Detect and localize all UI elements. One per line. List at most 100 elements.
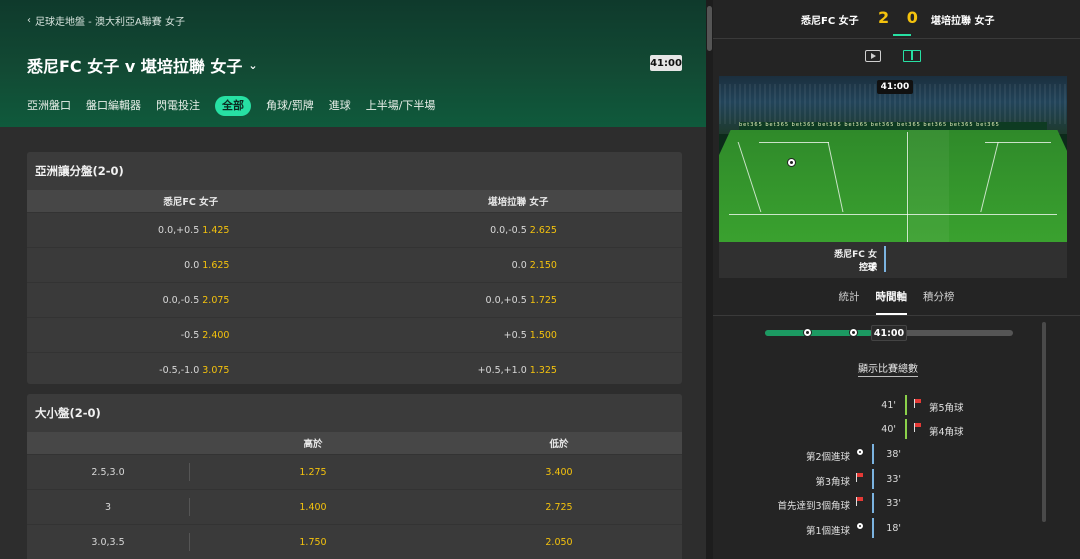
home-team-header: 悉尼FC 女子 <box>163 197 219 208</box>
timeline-bar <box>905 395 907 415</box>
asian-handicap-market: 亞洲讓分盤(2-0) 悉尼FC 女子 堪培拉聯 女子 0.0,+0.5 1.425… <box>27 152 682 384</box>
show-match-totals-link[interactable]: 顯示比賽總數 <box>713 360 1063 377</box>
timeline-event: 18' 第1個進球 <box>713 518 1043 538</box>
market-title[interactable]: 亞洲讓分盤(2-0) <box>27 152 682 190</box>
home-odds-button[interactable]: 0.0,+0.5 1.425 <box>27 225 355 236</box>
away-odds-button[interactable]: 0.0,-0.5 2.625 <box>355 225 683 236</box>
corner-flag-icon <box>856 497 863 506</box>
home-odds-button[interactable]: 0.0,-0.5 2.075 <box>27 295 355 306</box>
live-tab[interactable]: 統計 <box>839 289 860 315</box>
market-column-headers: 悉尼FC 女子 堪培拉聯 女子 <box>27 190 682 212</box>
handicap-line: +0.5 <box>503 329 527 341</box>
event-label: 第4角球 <box>929 427 964 438</box>
app-root: ‹ 足球走地盤 - 澳大利亞A聯賽 女子 悉尼FC 女子 v 堪培拉聯 女子 ⌄… <box>0 0 1080 559</box>
home-odds-button[interactable]: 0.0 1.625 <box>27 260 355 271</box>
away-odds-button[interactable]: +0.5 1.500 <box>355 330 683 341</box>
over-odds-button[interactable]: 1.400 <box>190 502 436 513</box>
goal-line: 2.5,3.0 <box>91 466 125 478</box>
corner-flag-icon <box>914 399 921 408</box>
video-view-icon[interactable] <box>865 50 881 62</box>
score-underline <box>893 34 911 36</box>
breadcrumb[interactable]: ‹ 足球走地盤 - 澳大利亞A聯賽 女子 <box>27 13 185 28</box>
handicap-line: -0.5 <box>180 329 200 341</box>
odds-price: 2.400 <box>202 329 230 341</box>
market-tab[interactable]: 盤口編輯器 <box>86 96 141 116</box>
timeline-bar <box>872 493 874 513</box>
scoreboard-home-team: 悉尼FC 女子 <box>801 16 859 27</box>
market-tab[interactable]: 上半場/下半場 <box>366 96 436 116</box>
event-minute: 18' <box>886 523 901 534</box>
under-odds-button[interactable]: 3.400 <box>436 467 682 478</box>
away-odds-button[interactable]: 0.0 2.150 <box>355 260 683 271</box>
scrollbar-thumb[interactable] <box>707 6 712 51</box>
under-header: 低於 <box>549 439 569 450</box>
handicap-line: 0.0,+0.5 <box>158 224 200 236</box>
pitch-grass <box>719 130 1067 242</box>
over-odds-button[interactable]: 1.275 <box>190 467 436 478</box>
event-minute: 33' <box>886 498 901 509</box>
timeline-event: 33' 首先達到3個角球 <box>713 493 1043 513</box>
under-odds-button[interactable]: 2.725 <box>436 502 682 513</box>
home-odds-button[interactable]: -0.5,-1.0 3.075 <box>27 365 355 376</box>
possession-action: 控球 <box>858 263 877 273</box>
event-minute: 41' <box>881 400 896 411</box>
market-column-headers: 高於 低於 <box>27 432 682 454</box>
timeline-event: 33' 第3角球 <box>713 469 1043 489</box>
odds-price: 1.625 <box>202 259 230 271</box>
timeline-bar <box>905 419 907 439</box>
chevron-down-icon: ⌄ <box>248 58 258 72</box>
market-tab[interactable]: 進球 <box>329 96 351 116</box>
goal-ball-icon <box>856 522 864 530</box>
odds-price: 2.075 <box>202 294 230 306</box>
market-tab[interactable]: 亞洲盤口 <box>27 96 71 116</box>
event-minute: 40' <box>881 424 896 435</box>
markets-scrollbar[interactable] <box>706 0 713 559</box>
timeline-clock: 41:00 <box>871 325 907 341</box>
breadcrumb-label: 足球走地盤 - 澳大利亞A聯賽 女子 <box>35 17 185 28</box>
ball-position-icon <box>787 158 796 167</box>
odds-row: 0.0,-0.5 2.075 0.0,+0.5 1.725 <box>27 282 682 317</box>
odds-row: -0.5 2.400 +0.5 1.500 <box>27 317 682 352</box>
market-tab[interactable]: 閃電投注 <box>156 96 200 116</box>
over-under-market: 大小盤(2-0) 高於 低於 2.5,3.0 1.275 3.400 3 1.400 2.… <box>27 394 682 559</box>
possession-indicator <box>884 246 886 272</box>
goal-line: 3 <box>104 501 112 513</box>
match-clock: 41:00 <box>650 55 682 71</box>
market-tab[interactable]: 角球/罰牌 <box>266 96 314 116</box>
handicap-line: 0.0,-0.5 <box>490 224 527 236</box>
live-tab[interactable]: 時間軸 <box>875 289 907 315</box>
away-odds-button[interactable]: +0.5,+1.0 1.325 <box>355 365 683 376</box>
goal-ball-icon <box>849 328 858 337</box>
event-label: 第1個進球 <box>805 526 850 537</box>
match-header: ‹ 足球走地盤 - 澳大利亞A聯賽 女子 悉尼FC 女子 v 堪培拉聯 女子 ⌄… <box>0 0 706 127</box>
possession-status <box>719 242 1067 278</box>
odds-row: 2.5,3.0 1.275 3.400 <box>27 454 682 489</box>
advertising-boards: bet365 bet365 bet365 bet365 bet365 bet36… <box>739 122 1047 130</box>
match-title[interactable]: 悉尼FC 女子 v 堪培拉聯 女子 ⌄ <box>27 53 258 77</box>
event-label: 第5角球 <box>929 403 964 414</box>
timeline-bar <box>872 444 874 464</box>
market-title[interactable]: 大小盤(2-0) <box>27 394 682 432</box>
over-odds-button[interactable]: 1.750 <box>190 537 436 548</box>
event-label: 第2個進球 <box>805 452 850 463</box>
match-title-label: 悉尼FC 女子 v 堪培拉聯 女子 <box>27 57 243 76</box>
odds-price: 1.425 <box>202 224 230 236</box>
odds-price: 1.725 <box>529 294 557 306</box>
odds-price: 3.075 <box>202 364 230 376</box>
market-tab[interactable]: 全部 <box>215 96 251 116</box>
corner-flag-icon <box>914 423 921 432</box>
handicap-line: 0.0,-0.5 <box>162 294 200 306</box>
scoreboard-score: 2 0 <box>878 8 924 27</box>
odds-price: 2.150 <box>529 259 557 271</box>
live-tab[interactable]: 積分榜 <box>923 289 955 315</box>
timeline-event: 38' 第2個進球 <box>713 444 1043 464</box>
event-minute: 33' <box>886 474 901 485</box>
away-odds-button[interactable]: 0.0,+0.5 1.725 <box>355 295 683 306</box>
handicap-line: 0.0 <box>511 259 527 271</box>
home-odds-button[interactable]: -0.5 2.400 <box>27 330 355 341</box>
handicap-line: 0.0 <box>184 259 200 271</box>
under-odds-button[interactable]: 2.050 <box>436 537 682 548</box>
event-label: 首先達到3個角球 <box>777 501 850 512</box>
pitch-view-icon[interactable] <box>903 50 921 62</box>
odds-row: -0.5,-1.0 3.075 +0.5,+1.0 1.325 <box>27 352 682 384</box>
